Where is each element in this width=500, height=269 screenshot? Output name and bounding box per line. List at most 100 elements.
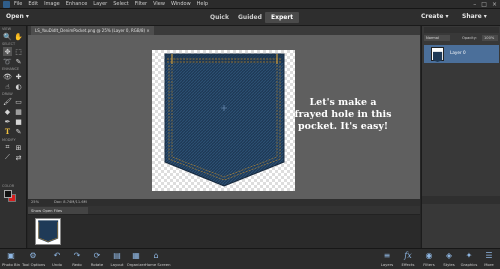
photo-bin-thumbnail[interactable]: [35, 218, 61, 245]
create-button[interactable]: Create ▾: [421, 13, 449, 20]
app-window: File Edit Image Enhance Layer Select Fil…: [0, 0, 500, 269]
app-logo-icon: [3, 1, 10, 8]
tool-options-label: Tool Options: [22, 262, 46, 267]
effects-button[interactable]: fx Effects: [397, 251, 419, 267]
blend-mode-select[interactable]: Normal: [424, 35, 450, 41]
foreground-color-swatch[interactable]: [4, 190, 12, 198]
panel-toolbar: [424, 27, 499, 33]
share-button[interactable]: Share ▾: [462, 13, 487, 20]
gradient-tool-icon[interactable]: ▦: [14, 107, 23, 116]
window-controls: – □ ×: [473, 0, 497, 9]
organizer-button[interactable]: ▦ Organizer: [125, 251, 147, 267]
graphics-label: Graphics: [460, 262, 478, 267]
tab-quick[interactable]: Quick: [204, 12, 235, 23]
layers-label: Layers: [380, 262, 394, 267]
straighten-tool-icon[interactable]: ⟋: [3, 153, 12, 162]
section-select: SELECT: [2, 42, 16, 46]
bottom-taskbar: ▣ Photo Bin ⚙ Tool Options ↶ Undo ↷ Redo…: [0, 248, 500, 269]
text-tool-icon[interactable]: T: [3, 127, 12, 136]
layout-icon: ▤: [113, 251, 121, 260]
zoom-level: 25%: [31, 200, 39, 204]
menu-items: File Edit Image Enhance Layer Select Fil…: [14, 0, 208, 9]
spot-healing-tool-icon[interactable]: ✚: [14, 72, 23, 81]
filters-icon: ◉: [425, 251, 433, 260]
menu-edit[interactable]: Edit: [28, 0, 38, 9]
quick-select-tool-icon[interactable]: ✎: [14, 57, 23, 66]
menu-image[interactable]: Image: [44, 0, 60, 9]
more-icon: ☰: [485, 251, 493, 260]
styles-button[interactable]: ◈ Styles: [438, 251, 460, 267]
lasso-tool-icon[interactable]: ➰: [3, 57, 12, 66]
eyedropper-tool-icon[interactable]: ✒: [3, 117, 12, 126]
paint-bucket-tool-icon[interactable]: ◆: [3, 107, 12, 116]
opacity-field[interactable]: 100%: [482, 35, 498, 41]
section-modify: MODIFY: [2, 138, 16, 142]
shape-tool-icon[interactable]: ■: [14, 117, 23, 126]
styles-label: Styles: [443, 262, 455, 267]
move-tool-icon[interactable]: ✥: [3, 47, 12, 56]
blend-row: Normal Opacity: 100%: [422, 34, 500, 42]
menu-enhance[interactable]: Enhance: [66, 0, 88, 9]
photo-bin-button[interactable]: ▣ Photo Bin: [0, 251, 22, 267]
rotate-icon: ⟳: [93, 251, 101, 260]
content-aware-move-tool-icon[interactable]: ⇄: [14, 153, 23, 162]
layers-panel: Normal Opacity: 100% Layer 0: [421, 26, 500, 248]
recompose-tool-icon[interactable]: ⊞: [14, 143, 23, 152]
brush-tool-icon[interactable]: 🖌: [3, 97, 12, 106]
canvas-workspace[interactable]: Let's make a frayed hole in this pocket.…: [28, 35, 420, 199]
denim-pocket-image: [164, 53, 285, 187]
layer-name[interactable]: Layer 0: [450, 50, 466, 55]
layer-row[interactable]: Layer 0: [424, 45, 499, 63]
layers-footer: [422, 196, 500, 204]
menu-view[interactable]: View: [153, 0, 165, 9]
section-draw: DRAW: [2, 92, 13, 96]
tool-options-button[interactable]: ⚙ Tool Options: [22, 251, 46, 267]
sponge-tool-icon[interactable]: ◐: [14, 82, 23, 91]
home-icon: ⌂: [153, 251, 159, 260]
minimize-button[interactable]: –: [473, 0, 476, 9]
opacity-label: Opacity:: [462, 36, 477, 40]
menu-filter[interactable]: Filter: [135, 0, 147, 9]
close-button[interactable]: ×: [492, 0, 497, 9]
graphics-button[interactable]: ✦ Graphics: [458, 251, 480, 267]
smudge-tool-icon[interactable]: ☝: [3, 82, 12, 91]
undo-icon: ↶: [53, 251, 61, 260]
pocket-thumbnail-image: [38, 220, 59, 243]
layers-button[interactable]: ≡ Layers: [376, 251, 398, 267]
menu-window[interactable]: Window: [171, 0, 191, 9]
home-screen-label: Home Screen: [145, 262, 171, 267]
document-tab[interactable]: LS_YouDidIt_DenimPocket.png @ 25% (Layer…: [31, 26, 154, 35]
photo-bin-bar: Show Open Files: [28, 206, 420, 215]
rotate-label: Rotate: [90, 262, 104, 267]
undo-button[interactable]: ↶ Undo: [46, 251, 68, 267]
photo-bin-icon: ▣: [7, 251, 15, 260]
organizer-label: Organizer: [126, 262, 146, 267]
undo-label: Undo: [52, 262, 62, 267]
show-open-files-select[interactable]: Show Open Files: [28, 207, 88, 214]
open-button[interactable]: Open ▾: [6, 13, 29, 20]
menu-select[interactable]: Select: [113, 0, 128, 9]
pencil-tool-icon[interactable]: ✎: [14, 127, 23, 136]
rotate-button[interactable]: ⟳ Rotate: [86, 251, 108, 267]
home-screen-button[interactable]: ⌂ Home Screen: [145, 251, 171, 267]
eraser-tool-icon[interactable]: ▭: [14, 97, 23, 106]
redo-label: Redo: [72, 262, 82, 267]
redo-button[interactable]: ↷ Redo: [66, 251, 88, 267]
tab-expert[interactable]: Expert: [265, 12, 300, 23]
menu-file[interactable]: File: [14, 0, 22, 9]
zoom-tool-icon[interactable]: 🔍: [3, 32, 12, 41]
filters-button[interactable]: ◉ Filters: [418, 251, 440, 267]
crop-tool-icon[interactable]: ⌗: [3, 143, 12, 152]
tab-guided[interactable]: Guided: [232, 12, 268, 23]
red-eye-tool-icon[interactable]: 👁: [3, 72, 12, 81]
more-button[interactable]: ☰ More: [478, 251, 500, 267]
doc-info: Doc: 8.74M/11.6M: [54, 200, 87, 204]
menu-help[interactable]: Help: [197, 0, 208, 9]
maximize-button[interactable]: □: [481, 0, 487, 9]
menu-layer[interactable]: Layer: [93, 0, 107, 9]
effects-icon: fx: [404, 251, 412, 260]
marquee-tool-icon[interactable]: ⬚: [14, 47, 23, 56]
section-view: VIEW: [2, 27, 12, 31]
hand-tool-icon[interactable]: ✋: [14, 32, 23, 41]
image-canvas[interactable]: [152, 50, 295, 191]
